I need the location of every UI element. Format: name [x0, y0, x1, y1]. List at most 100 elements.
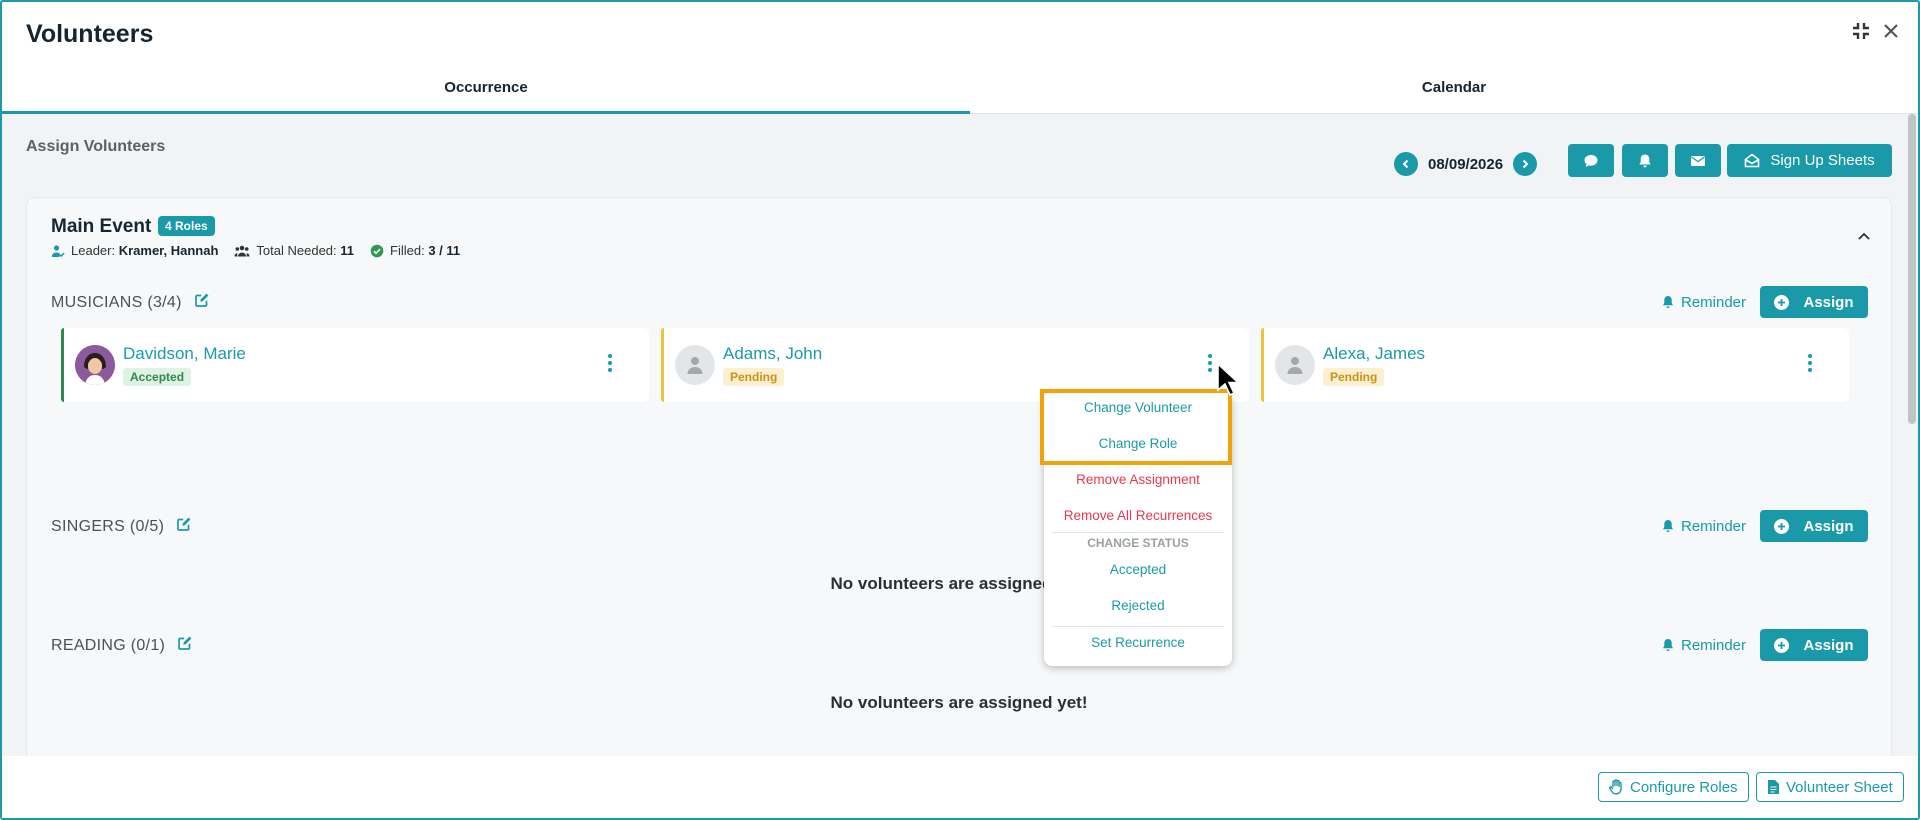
role-name-singers: SINGERS (0/5): [51, 517, 165, 535]
menu-remove-all-recurrences[interactable]: Remove All Recurrences: [1044, 508, 1232, 523]
role-name-musicians: MUSICIANS (3/4): [51, 293, 182, 311]
filled-label: Filled:: [390, 243, 425, 258]
volunteer-name[interactable]: Davidson, Marie: [123, 344, 246, 364]
menu-change-status-header: CHANGE STATUS: [1087, 536, 1189, 550]
scrollbar[interactable]: [1906, 114, 1918, 756]
avatar: [75, 345, 115, 385]
envelope-open-icon: [1745, 153, 1760, 168]
status-bar: [1261, 328, 1264, 402]
collapse-event-button[interactable]: [1857, 228, 1871, 246]
chevron-right-icon: [1522, 159, 1529, 169]
configure-roles-button[interactable]: Configure Roles: [1598, 772, 1749, 802]
section-title: Assign Volunteers: [26, 138, 166, 155]
email-button[interactable]: [1675, 144, 1721, 177]
notification-button[interactable]: [1622, 144, 1668, 177]
status-bar: [61, 328, 64, 402]
bell-icon: [1663, 520, 1673, 532]
reminder-singers-button[interactable]: Reminder: [1661, 518, 1746, 535]
modal-footer: Configure Roles Volunteer Sheet: [2, 756, 1918, 818]
highlight-box: [1040, 389, 1232, 465]
total-needed-value: 11: [340, 243, 355, 258]
roles-badge: 4 Roles: [158, 216, 215, 236]
file-icon: [1768, 780, 1779, 794]
reminder-label: Reminder: [1681, 294, 1747, 311]
menu-set-recurrence[interactable]: Set Recurrence: [1044, 635, 1232, 650]
menu-status-accepted[interactable]: Accepted: [1044, 562, 1232, 577]
empty-state-reading: No volunteers are assigned yet!: [830, 693, 1088, 712]
reminder-reading-button[interactable]: Reminder: [1661, 637, 1746, 654]
user-check-icon: [51, 244, 65, 257]
volunteer-name[interactable]: Alexa, James: [1323, 344, 1425, 364]
edit-icon: [178, 636, 192, 650]
avatar: [675, 345, 715, 385]
close-icon[interactable]: [1882, 22, 1904, 44]
sign-up-sheets-button[interactable]: Sign Up Sheets: [1727, 144, 1892, 177]
assign-label: Assign: [1803, 517, 1854, 535]
plus-circle-icon: [1774, 518, 1790, 534]
leader-label: Leader:: [71, 243, 116, 258]
empty-state-singers: No volunteers are assigned yet!: [830, 574, 1088, 593]
role-title-reading: READING (0/1): [51, 635, 193, 656]
hand-icon: [1609, 779, 1622, 795]
role-name-reading: READING (0/1): [51, 636, 166, 654]
user-icon: [687, 357, 703, 374]
configure-roles-label: Configure Roles: [1630, 778, 1738, 796]
message-button[interactable]: [1568, 144, 1614, 177]
chevron-up-icon: [1858, 232, 1870, 240]
current-date: 08/09/2026: [1428, 155, 1504, 173]
assign-singers-button[interactable]: Assign: [1760, 510, 1868, 542]
volunteer-card: Davidson, Marie Accepted: [61, 328, 649, 402]
envelope-icon: [1691, 155, 1705, 166]
menu-remove-assignment[interactable]: Remove Assignment: [1044, 472, 1232, 487]
modal-title: Volunteers: [26, 20, 154, 48]
volunteer-options-button[interactable]: [605, 354, 615, 376]
bell-icon: [1663, 639, 1673, 651]
plus-circle-icon: [1774, 637, 1790, 653]
users-icon: [234, 245, 250, 256]
scrollbar-thumb[interactable]: [1908, 114, 1916, 424]
assign-reading-button[interactable]: Assign: [1760, 629, 1868, 661]
leader-name: Kramer, Hannah: [118, 243, 219, 258]
leader-info: Leader: Kramer, Hannah: [51, 243, 218, 258]
assign-label: Assign: [1803, 636, 1854, 654]
edit-role-reading-button[interactable]: [177, 635, 193, 656]
volunteers-modal: Volunteers Occurrence Calendar Assign Vo…: [0, 0, 1920, 820]
total-needed-label: Total Needed:: [256, 243, 337, 258]
edit-role-singers-button[interactable]: [176, 516, 192, 537]
assign-musicians-button[interactable]: Assign: [1760, 286, 1868, 318]
volunteer-card: Alexa, James Pending: [1261, 328, 1849, 402]
user-icon: [1287, 357, 1303, 374]
volunteer-name[interactable]: Adams, John: [723, 344, 822, 364]
compress-icon[interactable]: [1852, 22, 1874, 44]
date-navigator: 08/09/2026: [1394, 148, 1538, 180]
volunteer-options-button[interactable]: [1805, 354, 1815, 376]
menu-divider: [1052, 532, 1224, 533]
reminder-musicians-button[interactable]: Reminder: [1661, 294, 1746, 311]
volunteer-sheet-button[interactable]: Volunteer Sheet: [1756, 772, 1904, 802]
avatar: [1275, 345, 1315, 385]
modal-header: Volunteers: [2, 2, 1918, 68]
tab-bar: Occurrence Calendar: [2, 72, 1918, 114]
edit-icon: [177, 517, 191, 531]
role-title-singers: SINGERS (0/5): [51, 516, 192, 537]
edit-role-musicians-button[interactable]: [194, 292, 210, 313]
status-badge: Accepted: [123, 368, 192, 386]
volunteer-options-button[interactable]: [1205, 354, 1215, 376]
tab-occurrence[interactable]: Occurrence: [2, 72, 970, 114]
status-badge: Pending: [1323, 368, 1385, 386]
reminder-label: Reminder: [1681, 637, 1747, 654]
status-bar: [661, 328, 664, 402]
sign-up-sheets-label: Sign Up Sheets: [1770, 152, 1875, 169]
assign-label: Assign: [1803, 293, 1854, 311]
bell-icon: [1639, 154, 1651, 167]
reminder-label: Reminder: [1681, 518, 1747, 535]
previous-date-button[interactable]: [1394, 152, 1418, 176]
status-badge: Pending: [723, 368, 785, 386]
edit-icon: [194, 293, 209, 307]
mouse-cursor-icon: [1216, 362, 1242, 403]
tab-calendar[interactable]: Calendar: [970, 72, 1918, 114]
menu-status-rejected[interactable]: Rejected: [1044, 598, 1232, 613]
main-content: Assign Volunteers 08/09/2026 Sign Up She…: [2, 114, 1910, 756]
chat-icon: [1584, 154, 1598, 167]
next-date-button[interactable]: [1513, 152, 1538, 176]
